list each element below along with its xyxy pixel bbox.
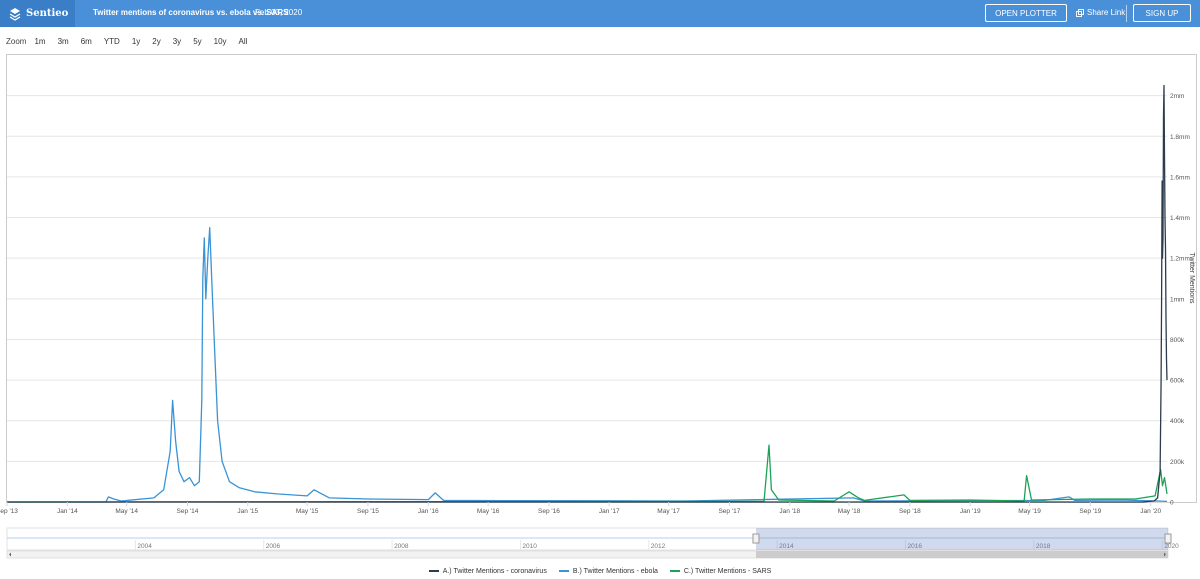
y-tick-label: 2mm	[1170, 93, 1184, 100]
x-tick-label: Sep '18	[899, 508, 921, 515]
legend-label-coronavirus: A.) Twitter Mentions - coronavirus	[442, 567, 547, 575]
x-tick-label: May '17	[657, 508, 680, 515]
navigator-scrollbar-thumb	[755, 551, 1168, 558]
legend-swatch-coronavirus	[428, 570, 439, 572]
navigator-tick-label: 2004	[137, 543, 152, 550]
x-tick-label: Sep '19	[1079, 508, 1101, 515]
x-tick-label: Jan '20	[1140, 508, 1161, 515]
navigator-tick-label: 2012	[651, 543, 666, 550]
legend-item-coronavirus[interactable]: A.) Twitter Mentions - coronavirus	[428, 567, 547, 575]
legend: A.) Twitter Mentions - coronavirus B.) T…	[0, 565, 1200, 577]
navigator-right-handle	[1164, 533, 1172, 544]
y-tick-label: 1.8mm	[1170, 134, 1190, 141]
x-tick-label: Sep '15	[357, 508, 379, 515]
x-tick-label: Sep '17	[718, 508, 740, 515]
x-tick-label: Jan '15	[237, 508, 258, 515]
y-tick-label: 600k	[1170, 378, 1185, 385]
y-tick-label: 1.6mm	[1170, 174, 1190, 181]
y-tick-label: 0	[1170, 500, 1174, 507]
x-tick-label: Jan '14	[57, 508, 78, 515]
legend-swatch-ebola	[558, 570, 569, 572]
x-tick-label: May '15	[296, 508, 319, 515]
x-tick-label: Jan '16	[418, 508, 439, 515]
legend-item-ebola[interactable]: B.) Twitter Mentions - ebola	[558, 567, 658, 575]
legend-item-sars[interactable]: C.) Twitter Mentions - SARS	[669, 567, 772, 575]
y-tick-label: 1.2mm	[1170, 256, 1190, 263]
x-tick-label: Sep '14	[177, 508, 199, 515]
y-axis-label: Twitter Mentions	[1188, 253, 1195, 304]
x-tick-label: Jan '19	[960, 508, 981, 515]
navigator-tick-label: 2006	[266, 543, 281, 550]
navigator-tick-label: 2008	[394, 543, 409, 550]
navigator-selection	[755, 528, 1168, 550]
y-tick-label: 400k	[1170, 418, 1185, 425]
plot-frame	[6, 54, 1197, 503]
x-tick-label: Sep '13	[0, 508, 18, 515]
legend-swatch-sars	[669, 570, 680, 572]
x-tick-label: May '16	[477, 508, 500, 515]
y-tick-label: 200k	[1170, 459, 1185, 466]
x-tick-label: Jan '18	[779, 508, 800, 515]
legend-label-sars: C.) Twitter Mentions - SARS	[683, 567, 772, 575]
x-tick-label: May '14	[115, 508, 138, 515]
y-tick-label: 1mm	[1170, 296, 1184, 303]
x-tick-label: Sep '16	[538, 508, 560, 515]
navigator-tick-label: 2010	[522, 543, 537, 550]
x-tick-label: May '19	[1018, 508, 1041, 515]
y-tick-label: 800k	[1170, 337, 1185, 344]
legend-label-ebola: B.) Twitter Mentions - ebola	[572, 567, 658, 575]
x-axis: Sep '13 Jan '14 May '14 Sep '14 Jan '15 May '…	[0, 502, 1161, 515]
x-tick-label: Jan '17	[599, 508, 620, 515]
y-tick-label: 1.4mm	[1170, 215, 1190, 222]
navigator-left-handle	[752, 533, 760, 544]
x-tick-label: May '18	[838, 508, 861, 515]
navigator[interactable]: 200420062008201020122014201620182020	[6, 527, 1179, 559]
line-chart: 0 200k 400k 600k 800k 1mm 1.2mm 1.4mm 1.6mm 1.8mm…	[0, 54, 1197, 559]
